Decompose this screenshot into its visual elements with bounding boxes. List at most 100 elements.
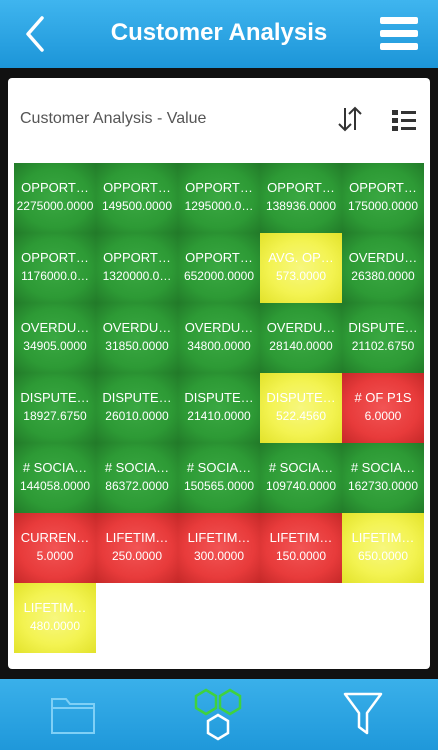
kpi-tile[interactable]: LIFETIM… 250.0000 (96, 513, 178, 583)
tile-value: 150565.0000 (183, 479, 255, 493)
tile-value: 1295000.0… (184, 199, 254, 213)
tile-value: 18927.6750 (23, 409, 87, 423)
tile-label: # SOCIA… (22, 460, 88, 475)
tile-label: OVERDU… (102, 320, 172, 335)
kpi-tile[interactable]: OPPORT… 2275000.0000 (14, 163, 96, 233)
tile-label: DISPUTE… (266, 390, 336, 405)
tile-value: 149500.0000 (101, 199, 173, 213)
tile-label: OPPORT… (21, 250, 89, 265)
kpi-tile[interactable]: OPPORT… 1176000.0… (14, 233, 96, 303)
kpi-tile[interactable]: LIFETIM… 300.0000 (178, 513, 260, 583)
tile-label: # SOCIA… (186, 460, 252, 475)
kpi-tile[interactable]: # SOCIA… 144058.0000 (14, 443, 96, 513)
kpi-tile[interactable]: OPPORT… 175000.0000 (342, 163, 424, 233)
page-title: Customer Analysis (110, 19, 328, 46)
tile-value: 21102.6750 (351, 339, 415, 353)
tile-value: 31850.0000 (105, 339, 169, 353)
tile-value: 26010.0000 (105, 409, 169, 423)
tile-label: LIFETIM… (105, 530, 169, 545)
kpi-tile[interactable]: CURREN… 5.0000 (14, 513, 96, 583)
tab-folder[interactable] (50, 693, 96, 735)
kpi-tile[interactable]: DISPUTE… 21410.0000 (178, 373, 260, 443)
tile-value: 573.0000 (275, 269, 327, 283)
tile-label: DISPUTE… (348, 320, 418, 335)
tile-label: LIFETIM… (23, 600, 87, 615)
filter-icon (343, 692, 383, 735)
tile-value: 5.0000 (36, 549, 74, 563)
kpi-tile[interactable]: LIFETIM… 480.0000 (14, 583, 96, 653)
bottom-tab-bar (0, 679, 438, 750)
kpi-tile[interactable]: DISPUTE… 21102.6750 (342, 303, 424, 373)
tile-label: # OF P1S (354, 390, 412, 405)
tile-label: OPPORT… (21, 180, 89, 195)
kpi-tile[interactable]: OVERDU… 28140.0000 (260, 303, 342, 373)
tile-label: DISPUTE… (20, 390, 90, 405)
hexagons-icon (194, 688, 242, 741)
kpi-tile[interactable]: # SOCIA… 150565.0000 (178, 443, 260, 513)
tile-value: 150.0000 (275, 549, 327, 563)
tile-value: 28140.0000 (269, 339, 333, 353)
list-view-button[interactable] (391, 108, 417, 132)
tile-value: 34800.0000 (187, 339, 251, 353)
kpi-tile[interactable]: DISPUTE… 26010.0000 (96, 373, 178, 443)
kpi-tile[interactable]: LIFETIM… 150.0000 (260, 513, 342, 583)
kpi-tile[interactable]: OVERDU… 31850.0000 (96, 303, 178, 373)
tile-label: OVERDU… (184, 320, 254, 335)
tile-value: 175000.0000 (347, 199, 419, 213)
kpi-tile[interactable]: OPPORT… 1295000.0… (178, 163, 260, 233)
tile-value: 21410.0000 (187, 409, 251, 423)
tile-label: # SOCIA… (268, 460, 334, 475)
kpi-tile[interactable]: OVERDU… 26380.0000 (342, 233, 424, 303)
kpi-tile[interactable]: DISPUTE… 18927.6750 (14, 373, 96, 443)
tab-filter[interactable] (343, 691, 383, 737)
kpi-tile[interactable]: # OF P1S 6.0000 (342, 373, 424, 443)
tile-value: 522.4560 (275, 409, 327, 423)
tile-label: OVERDU… (348, 250, 418, 265)
tile-label: LIFETIM… (187, 530, 251, 545)
tile-label: LIFETIM… (269, 530, 333, 545)
sort-arrows-icon (338, 106, 362, 132)
tile-label: # SOCIA… (350, 460, 416, 475)
tile-value: 109740.0000 (265, 479, 337, 493)
tile-label: OVERDU… (20, 320, 90, 335)
panel-title: Customer Analysis - Value (20, 110, 207, 127)
tile-value: 300.0000 (193, 549, 245, 563)
sort-button[interactable] (336, 105, 364, 133)
tile-value: 162730.0000 (347, 479, 419, 493)
tile-label: DISPUTE… (184, 390, 254, 405)
tile-label: OPPORT… (185, 250, 253, 265)
tile-label: OPPORT… (103, 250, 171, 265)
tile-label: OPPORT… (185, 180, 253, 195)
tile-value: 652000.0000 (183, 269, 255, 283)
tile-label: AVG. OP… (268, 250, 334, 265)
tile-value: 250.0000 (111, 549, 163, 563)
tile-value: 138936.0000 (265, 199, 337, 213)
kpi-tile[interactable]: # SOCIA… 162730.0000 (342, 443, 424, 513)
tile-label: # SOCIA… (104, 460, 170, 475)
kpi-tile[interactable]: OPPORT… 1320000.0… (96, 233, 178, 303)
kpi-tile[interactable]: # SOCIA… 109740.0000 (260, 443, 342, 513)
kpi-tile[interactable]: OPPORT… 652000.0000 (178, 233, 260, 303)
list-view-icon (392, 110, 416, 131)
tile-value: 144058.0000 (19, 479, 91, 493)
tile-label: OPPORT… (349, 180, 417, 195)
tile-value: 1176000.0… (21, 269, 89, 283)
kpi-tile[interactable]: AVG. OP… 573.0000 (260, 233, 342, 303)
tile-label: LIFETIM… (351, 530, 415, 545)
kpi-tile[interactable]: OVERDU… 34905.0000 (14, 303, 96, 373)
tile-value: 34905.0000 (23, 339, 87, 353)
kpi-tile[interactable]: # SOCIA… 86372.0000 (96, 443, 178, 513)
kpi-tile[interactable]: OVERDU… 34800.0000 (178, 303, 260, 373)
tab-analysis[interactable] (190, 687, 246, 745)
tile-grid: OPPORT… 2275000.0000 OPPORT… 149500.0000 OPP… (14, 163, 424, 659)
tile-value: 26380.0000 (351, 269, 415, 283)
folder-icon (51, 698, 95, 734)
kpi-tile[interactable]: LIFETIM… 650.0000 (342, 513, 424, 583)
kpi-tile[interactable]: OPPORT… 138936.0000 (260, 163, 342, 233)
kpi-tile[interactable]: DISPUTE… 522.4560 (260, 373, 342, 443)
tile-value: 1320000.0… (102, 269, 172, 283)
tile-value: 2275000.0000 (16, 199, 94, 213)
tile-value: 480.0000 (29, 619, 81, 633)
menu-button[interactable] (378, 14, 420, 54)
kpi-tile[interactable]: OPPORT… 149500.0000 (96, 163, 178, 233)
